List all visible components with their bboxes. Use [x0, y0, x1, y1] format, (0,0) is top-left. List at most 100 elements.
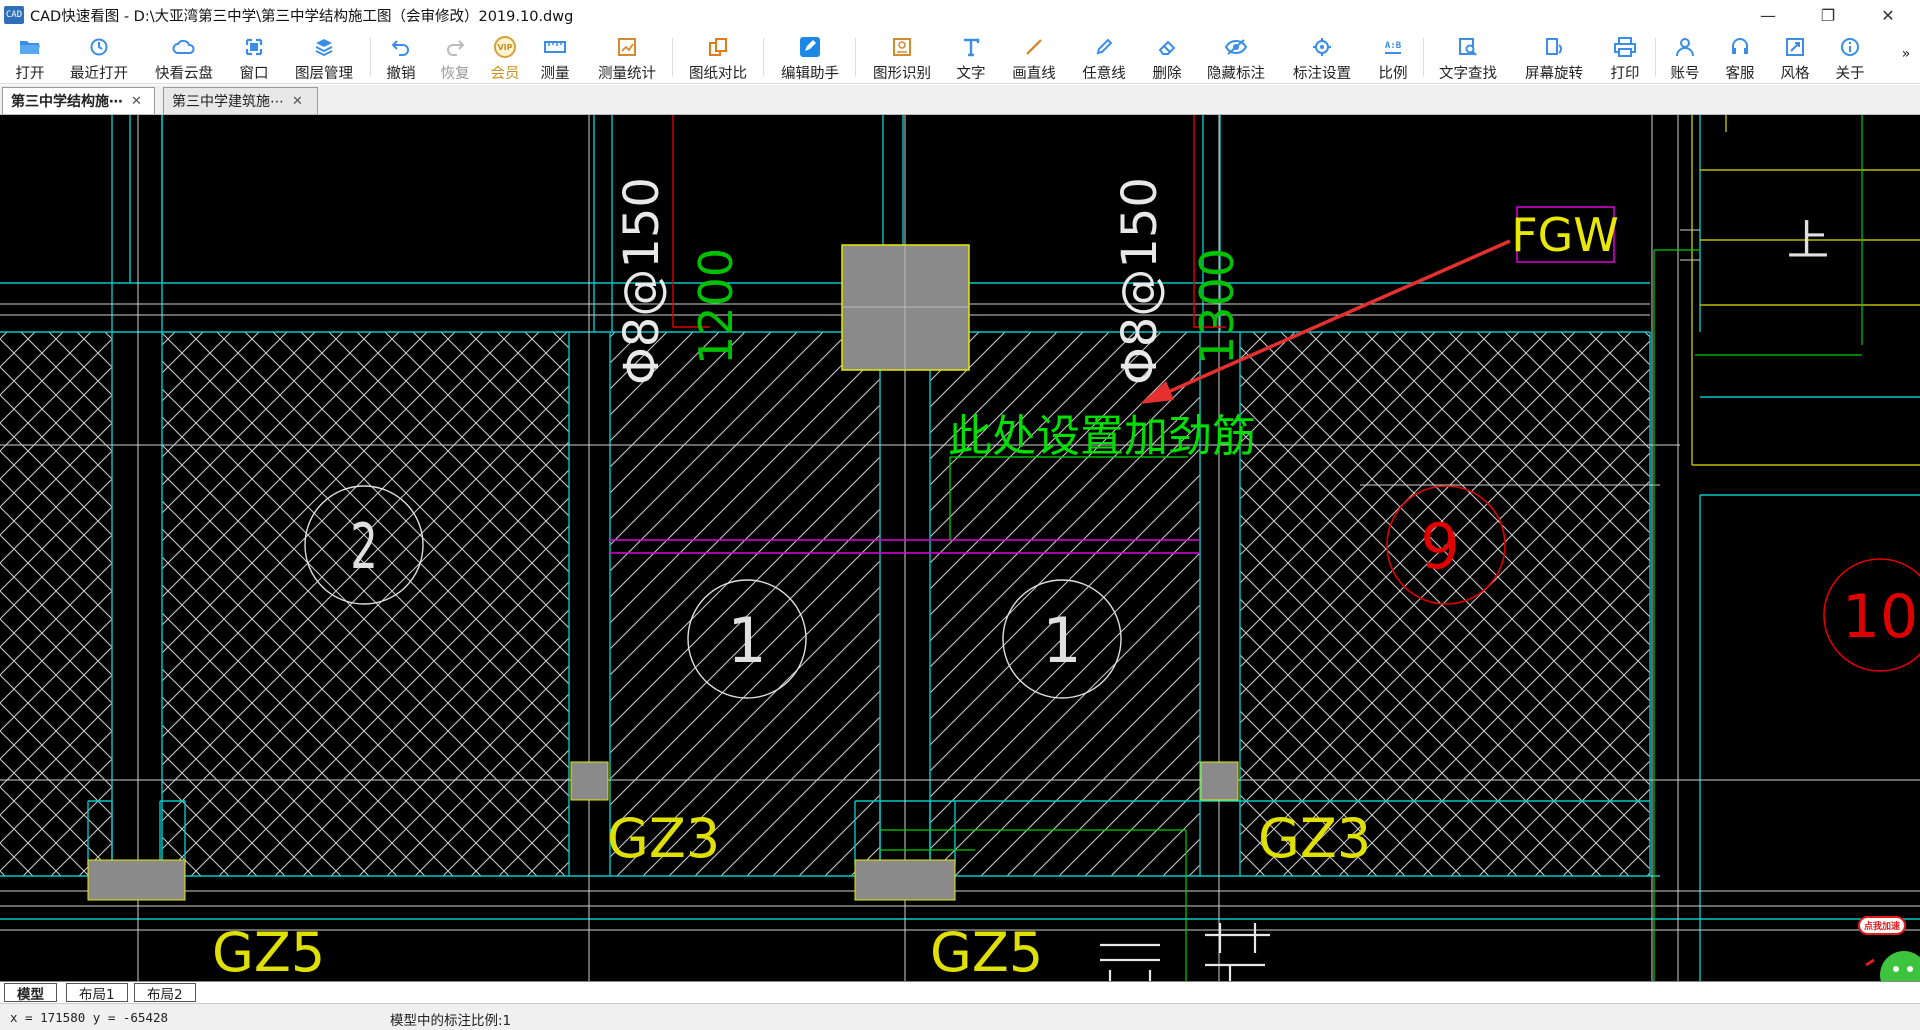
line-icon [1022, 35, 1046, 59]
partial-text-bottom [1100, 923, 1270, 981]
headset-icon [1728, 35, 1752, 59]
rebar-label-right: Φ8@150 [1112, 177, 1168, 385]
freehand-line-button[interactable]: 任意线 [1081, 30, 1127, 84]
account-button[interactable]: 账号 [1669, 30, 1701, 84]
tab-structural-drawing[interactable]: 第三中学结构施⋯ ✕ [2, 87, 155, 114]
compare-icon [706, 35, 730, 59]
text-search-icon [1456, 35, 1480, 59]
pencil-icon [1092, 35, 1116, 59]
layer-manager-button[interactable]: 图层管理 [293, 30, 355, 84]
column-label-gz5-left: GZ5 [212, 921, 325, 981]
main-toolbar: 打开 最近打开 快看云盘 窗口 图层管理 撤销 恢复 VIP 会员 测量 测量统… [0, 30, 1920, 84]
room-label-1a: 1 [727, 604, 766, 677]
maximize-button[interactable]: ❐ [1800, 0, 1856, 30]
status-bar: x = 171580 y = -65428 模型中的标注比例:1 [0, 1003, 1920, 1030]
style-button[interactable]: 风格 [1779, 30, 1811, 84]
open-button[interactable]: 打开 [12, 30, 48, 84]
shape-recognize-icon [890, 35, 914, 59]
column-label-gz3-left: GZ3 [607, 807, 720, 870]
minimize-button[interactable]: — [1740, 0, 1796, 30]
vip-button[interactable]: VIP 会员 [489, 30, 521, 84]
room-label-2: 2 [350, 510, 378, 583]
window-title: CAD快速看图 - D:\大亚湾第三中学\第三中学结构施工图（会审修改）2019… [30, 8, 574, 25]
annotation-stiffener-note: 此处设置加劲筋 [948, 411, 1256, 462]
undo-icon [389, 35, 413, 59]
dimension-settings-icon [1310, 35, 1334, 59]
edit-assistant-icon [798, 35, 822, 59]
layout-tab-layout1[interactable]: 布局1 [66, 983, 128, 1003]
cloud-icon [172, 35, 196, 59]
edit-assistant-button[interactable]: 编辑助手 [779, 30, 841, 84]
redo-button[interactable]: 恢复 [439, 30, 471, 84]
close-button[interactable]: ✕ [1860, 0, 1916, 30]
measure-stats-icon [615, 35, 639, 59]
drawing-canvas[interactable]: 2 1 1 9 10 Φ8@150 1200 Φ8@150 1300 FGW 此… [0, 115, 1920, 981]
folder-open-icon [18, 35, 42, 59]
delete-button[interactable]: 删除 [1151, 30, 1183, 84]
dimension-label-1200: 1200 [689, 248, 743, 365]
layout-tabs: 模型 布局1 布局2 [0, 981, 1920, 1003]
eraser-icon [1155, 35, 1179, 59]
column-label-gz3-right: GZ3 [1258, 807, 1371, 870]
layout-tab-layout2[interactable]: 布局2 [134, 983, 196, 1003]
hide-annotations-button[interactable]: 隐藏标注 [1205, 30, 1267, 84]
layout-tab-model[interactable]: 模型 [4, 983, 57, 1003]
toolbar-overflow-button[interactable]: » [1898, 30, 1914, 84]
user-icon [1673, 35, 1697, 59]
room-label-1b: 1 [1042, 604, 1081, 677]
cloud-drive-button[interactable]: 快看云盘 [153, 30, 215, 84]
toolbar-divider [763, 38, 764, 76]
toolbar-divider [672, 38, 673, 76]
eye-hide-icon [1224, 35, 1248, 59]
measure-stats-button[interactable]: 测量统计 [596, 30, 658, 84]
compare-drawings-button[interactable]: 图纸对比 [687, 30, 749, 84]
draw-line-button[interactable]: 画直线 [1011, 30, 1057, 84]
stair-label-up: 上 [1787, 216, 1829, 265]
yellow-lines [1691, 115, 1920, 466]
column-right-mid [1200, 761, 1239, 801]
print-button[interactable]: 打印 [1609, 30, 1641, 84]
undo-button[interactable]: 撤销 [385, 30, 417, 84]
window-button[interactable]: 窗口 [238, 30, 270, 84]
scale-button[interactable]: A:B 比例 [1377, 30, 1409, 84]
title-bar: CAD CAD快速看图 - D:\大亚湾第三中学\第三中学结构施工图（会审修改）… [0, 0, 1920, 30]
ruler-icon [543, 35, 567, 59]
window-icon [242, 35, 266, 59]
text-icon [959, 35, 983, 59]
layers-icon [312, 35, 336, 59]
cursor-coordinates: x = 171580 y = -65428 [10, 1010, 169, 1025]
text-button[interactable]: 文字 [955, 30, 987, 84]
speed-badge: 点我加速 [1858, 916, 1907, 935]
tab-label: 第三中学建筑施⋯ [172, 94, 284, 110]
text-search-button[interactable]: 文字查找 [1437, 30, 1499, 84]
scale-icon: A:B [1381, 35, 1405, 59]
room-label-10: 10 [1842, 582, 1918, 652]
vip-icon: VIP [493, 35, 517, 59]
redo-icon [443, 35, 467, 59]
measure-button[interactable]: 测量 [539, 30, 571, 84]
printer-icon [1613, 35, 1637, 59]
document-tabs: 第三中学结构施⋯ ✕ 第三中学建筑施⋯ ✕ [0, 85, 1920, 115]
column-gz5-right [854, 859, 956, 901]
about-button[interactable]: 关于 [1834, 30, 1866, 84]
annotation-scale-text: 模型中的标注比例:1 [390, 1013, 512, 1029]
toolbar-divider [370, 38, 371, 76]
dimension-label-1300: 1300 [1190, 248, 1244, 365]
info-icon [1838, 35, 1862, 59]
annotation-settings-button[interactable]: 标注设置 [1291, 30, 1353, 84]
toolbar-divider [1423, 38, 1424, 76]
close-icon[interactable]: ✕ [131, 94, 142, 109]
tab-architectural-drawing[interactable]: 第三中学建筑施⋯ ✕ [163, 87, 318, 114]
customer-service-button[interactable]: 客服 [1724, 30, 1756, 84]
speed-boost-widget[interactable]: 点我加速 98 [1858, 913, 1920, 981]
shape-recognition-button[interactable]: 图形识别 [871, 30, 933, 84]
recent-open-button[interactable]: 最近打开 [68, 30, 130, 84]
style-icon [1783, 35, 1807, 59]
toolbar-divider [855, 38, 856, 76]
rotate-screen-icon [1542, 35, 1566, 59]
tab-label: 第三中学结构施⋯ [11, 94, 123, 110]
room-label-9: 9 [1420, 510, 1459, 583]
close-icon[interactable]: ✕ [292, 94, 303, 109]
app-logo-icon: CAD [4, 6, 24, 24]
rotate-screen-button[interactable]: 屏幕旋转 [1523, 30, 1585, 84]
